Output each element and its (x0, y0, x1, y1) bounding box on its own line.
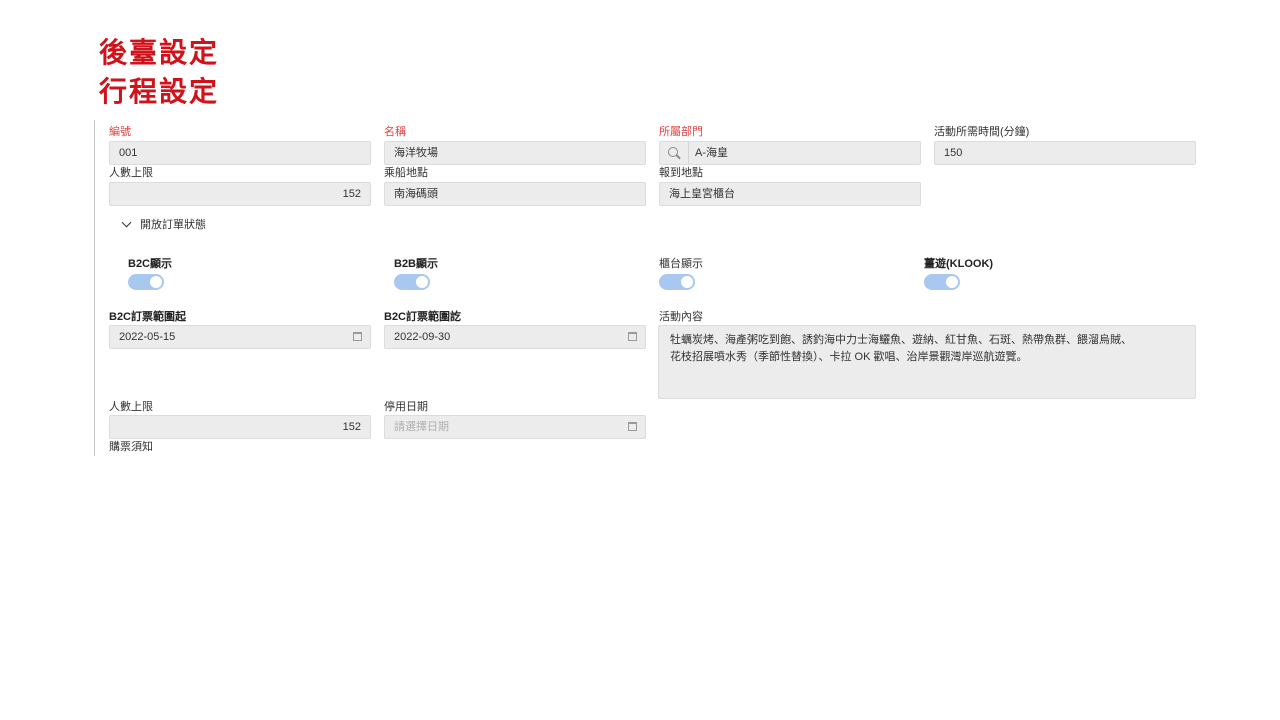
toggle-knob (150, 276, 162, 288)
klook-display-label: 薑遊(KLOOK) (924, 258, 994, 270)
capacity-value: 152 (342, 188, 361, 200)
duration-label: 活動所需時間(分鐘) (934, 126, 1030, 138)
slide-title-itinerary: 行程設定 (99, 75, 220, 108)
code-value: 001 (119, 147, 138, 159)
capacity2-field[interactable]: 152 (109, 415, 371, 439)
b2c-end-label: B2C訂票範圍訖 (384, 311, 462, 323)
slide-title-backend: 後臺設定 (99, 36, 220, 69)
b2c-start-value: 2022-05-15 (119, 331, 176, 343)
chevron-down-icon (121, 217, 132, 228)
b2b-display-toggle[interactable] (394, 274, 430, 290)
capacity2-value: 152 (342, 421, 361, 433)
code-field[interactable]: 001 (109, 141, 371, 165)
department-label: 所屬部門 (659, 126, 703, 138)
activity-content-label: 活動內容 (659, 311, 703, 323)
calendar-icon[interactable] (628, 422, 637, 431)
b2c-end-value: 2022-09-30 (394, 331, 451, 343)
stop-date-label: 停用日期 (384, 401, 428, 413)
b2c-start-label: B2C訂票範圍起 (109, 311, 187, 323)
name-field[interactable]: 海洋牧場 (384, 141, 646, 165)
capacity-field[interactable]: 152 (109, 182, 371, 206)
department-field[interactable]: A-海皇 (659, 141, 921, 165)
b2b-display-label: B2B顯示 (394, 258, 439, 270)
form-left-border (94, 120, 95, 456)
duration-value: 150 (944, 147, 963, 159)
checkin-field[interactable]: 海上皇宮櫃台 (659, 182, 921, 206)
counter-display-toggle[interactable] (659, 274, 695, 290)
activity-content-line-2: 花枝招展噴水秀（季節性替換）、卡拉 OK 歡唱、治岸景觀灣岸巡航遊覽。 (670, 351, 1028, 363)
code-label: 編號 (109, 126, 131, 138)
activity-content-line-1: 牡蠣炭烤、海產粥吃到飽、誘釣海中力士海鱺魚、遊納、紅甘魚、石斑、熱帶魚群、餵溜烏… (670, 334, 1132, 346)
ticket-notice-label: 購票須知 (109, 441, 153, 453)
calendar-icon[interactable] (628, 332, 637, 341)
b2c-display-label: B2C顯示 (128, 258, 173, 270)
department-value: A-海皇 (695, 147, 728, 159)
toggle-knob (416, 276, 428, 288)
capacity2-label: 人數上限 (109, 401, 153, 413)
checkin-label: 報到地點 (659, 167, 703, 179)
name-label: 名稱 (384, 126, 406, 138)
search-icon[interactable] (668, 147, 682, 161)
calendar-icon[interactable] (353, 332, 362, 341)
b2c-end-date-field[interactable]: 2022-09-30 (384, 325, 646, 349)
boarding-field[interactable]: 南海碼頭 (384, 182, 646, 206)
boarding-value: 南海碼頭 (394, 188, 438, 200)
stop-date-placeholder: 請選擇日期 (394, 421, 449, 433)
toggle-knob (681, 276, 693, 288)
checkin-value: 海上皇宮櫃台 (669, 188, 735, 200)
boarding-label: 乘船地點 (384, 167, 428, 179)
name-value: 海洋牧場 (394, 147, 438, 159)
field-divider (688, 142, 689, 164)
order-status-section-toggle[interactable]: 開放訂單狀態 (121, 216, 206, 232)
b2c-display-toggle[interactable] (128, 274, 164, 290)
klook-display-toggle[interactable] (924, 274, 960, 290)
counter-display-label: 櫃台顯示 (659, 258, 703, 270)
toggle-knob (946, 276, 958, 288)
duration-field[interactable]: 150 (934, 141, 1196, 165)
activity-content-textarea[interactable]: 牡蠣炭烤、海產粥吃到飽、誘釣海中力士海鱺魚、遊納、紅甘魚、石斑、熱帶魚群、餵溜烏… (658, 325, 1196, 399)
b2c-start-date-field[interactable]: 2022-05-15 (109, 325, 371, 349)
stop-date-field[interactable]: 請選擇日期 (384, 415, 646, 439)
capacity-label: 人數上限 (109, 167, 153, 179)
order-status-section-label: 開放訂單狀態 (140, 219, 206, 231)
